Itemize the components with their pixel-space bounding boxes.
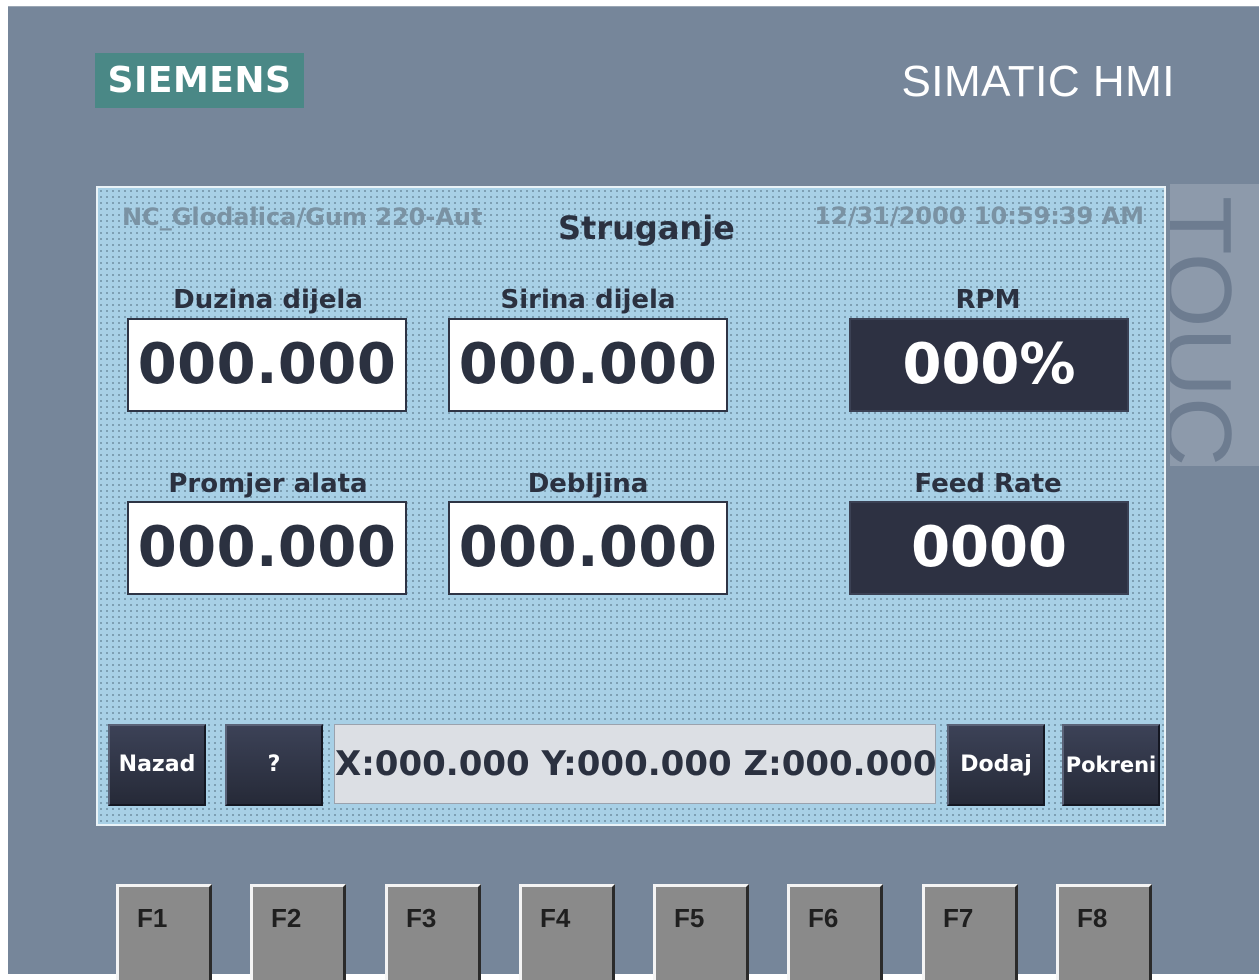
function-key-label: F3 (406, 903, 437, 933)
function-key-label: F6 (808, 903, 839, 933)
promjer-alata-label: Promjer alata (168, 469, 368, 499)
help-button[interactable]: ? (225, 724, 323, 806)
debljina-label: Debljina (527, 469, 649, 499)
function-key-f8[interactable]: F8 (1056, 884, 1152, 980)
duzina-dijela-label: Duzina dijela (173, 285, 363, 315)
function-key-label: F4 (540, 903, 571, 933)
function-key-label: F5 (674, 903, 705, 933)
function-key-f7[interactable]: F7 (922, 884, 1018, 980)
function-key-label: F7 (943, 903, 974, 933)
sirina-dijela-input[interactable]: 000.000 (448, 318, 728, 412)
hmi-device-bezel: SIEMENS SIMATIC HMI TOUCH NC_Glodalica/G… (8, 6, 1259, 980)
promjer-alata-input[interactable]: 000.000 (127, 501, 407, 595)
function-key-f1[interactable]: F1 (116, 884, 212, 980)
add-button[interactable]: Dodaj (947, 724, 1045, 806)
product-name: SIMATIC HMI (901, 57, 1175, 106)
function-key-f6[interactable]: F6 (787, 884, 883, 980)
sirina-dijela-label: Sirina dijela (500, 285, 676, 315)
duzina-dijela-input[interactable]: 000.000 (127, 318, 407, 412)
function-key-f4[interactable]: F4 (519, 884, 615, 980)
rpm-label: RPM (955, 285, 1021, 315)
feed-rate-label: Feed Rate (914, 469, 1062, 499)
date-time-display: 12/31/2000 10:59:39 AM (814, 202, 1144, 230)
function-key-f2[interactable]: F2 (250, 884, 346, 980)
touch-label-text: TOUCH (1170, 196, 1251, 466)
touch-label-strip: TOUCH (1170, 184, 1259, 466)
debljina-input[interactable]: 000.000 (448, 501, 728, 595)
function-key-f3[interactable]: F3 (385, 884, 481, 980)
screen-title: Struganje (558, 209, 735, 247)
feed-rate-display: 0000 (849, 501, 1129, 595)
function-key-label: F8 (1077, 903, 1108, 933)
start-button[interactable]: Pokreni (1062, 724, 1160, 806)
screen-path: NC_Glodalica/Gum 220-Aut (122, 203, 483, 231)
siemens-logo: SIEMENS (95, 53, 304, 108)
back-button[interactable]: Nazad (108, 724, 206, 806)
function-key-label: F2 (271, 903, 302, 933)
hmi-screen: NC_Glodalica/Gum 220-Aut Struganje 12/31… (96, 186, 1166, 826)
function-key-f5[interactable]: F5 (653, 884, 749, 980)
rpm-display: 000% (849, 318, 1129, 412)
function-key-label: F1 (137, 903, 168, 933)
coordinates-display: X:000.000 Y:000.000 Z:000.000 (334, 724, 937, 804)
